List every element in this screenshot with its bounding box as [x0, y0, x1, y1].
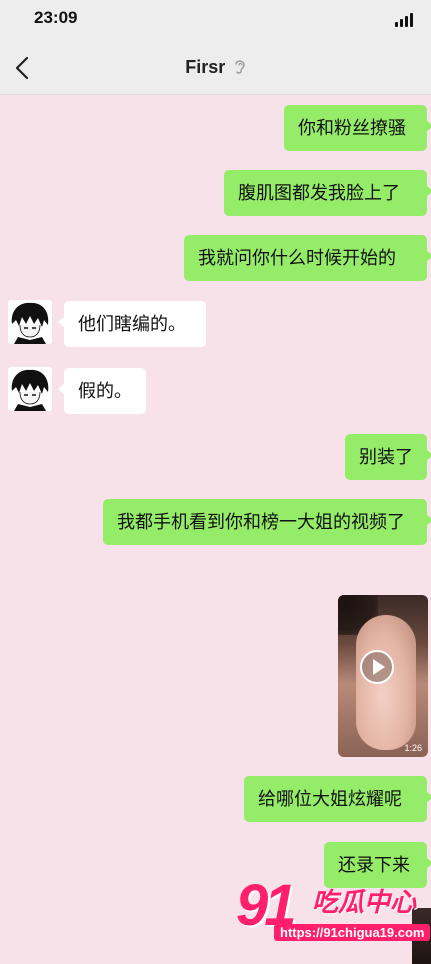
status-time: 23:09	[34, 8, 78, 27]
chat-header: Firsr	[0, 40, 431, 95]
chat-area[interactable]: 你和粉丝撩骚 腹肌图都发我脸上了 我就问你什么时候开始的 他们瞎编的。 假的。 …	[0, 95, 431, 964]
message-bubble[interactable]: 我都手机看到你和榜一大姐的视频了	[103, 499, 431, 545]
play-icon[interactable]	[360, 650, 394, 684]
message-bubble[interactable]: 假的。	[58, 368, 146, 414]
signal-icon	[395, 13, 417, 27]
watermark-text: 吃瓜中心	[312, 887, 417, 917]
contact-avatar[interactable]	[8, 300, 52, 344]
watermark: 91 吃瓜中心 https://91chigua19.com	[232, 868, 431, 964]
status-bar: 23:09	[0, 0, 431, 40]
chat-title-area: Firsr	[0, 57, 431, 78]
message-bubble[interactable]: 你和粉丝撩骚	[284, 105, 431, 151]
message-bubble[interactable]: 他们瞎编的。	[58, 301, 206, 347]
chat-title: Firsr	[185, 57, 226, 77]
message-bubble[interactable]: 我就问你什么时候开始的	[184, 235, 431, 281]
video-message[interactable]: 1:26	[338, 595, 428, 757]
message-bubble[interactable]: 给哪位大姐炫耀呢	[244, 776, 431, 822]
watermark-url: https://91chigua19.com	[274, 924, 431, 941]
avatar-icon	[8, 367, 52, 411]
avatar-icon	[8, 300, 52, 344]
message-bubble[interactable]: 别装了	[345, 434, 431, 480]
video-duration: 1:26	[404, 743, 422, 753]
ear-icon	[235, 60, 245, 74]
message-bubble[interactable]: 腹肌图都发我脸上了	[224, 170, 431, 216]
contact-avatar[interactable]	[8, 367, 52, 411]
